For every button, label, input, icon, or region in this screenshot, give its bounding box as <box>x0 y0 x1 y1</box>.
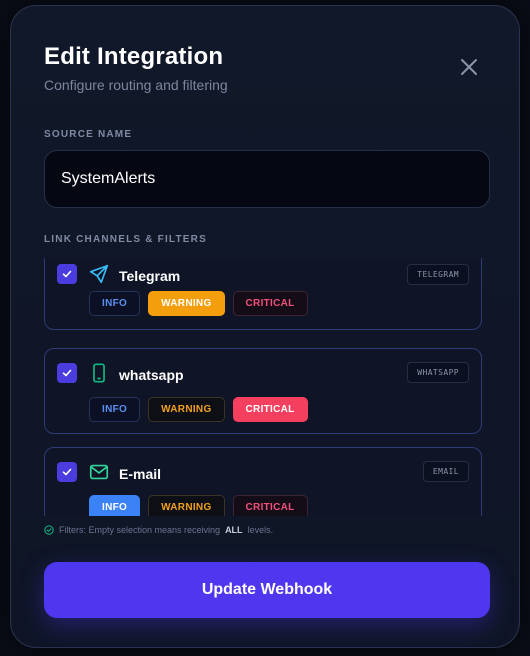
modal-title: Edit Integration <box>44 43 224 70</box>
email-level-info[interactable]: INFO <box>89 495 141 516</box>
whatsapp-name: whatsapp <box>119 367 184 383</box>
phone-icon <box>93 363 105 383</box>
telegram-level-warning[interactable]: WARNING <box>148 291 225 316</box>
edit-integration-modal: Edit Integration Configure routing and f… <box>10 5 520 648</box>
hint-emphasis: ALL <box>225 525 243 535</box>
telegram-level-info[interactable]: INFO <box>89 291 141 316</box>
email-checkbox[interactable] <box>57 462 77 482</box>
whatsapp-level-critical[interactable]: CRITICAL <box>232 397 308 422</box>
whatsapp-level-info[interactable]: INFO <box>89 397 141 422</box>
channels-list[interactable]: Telegram TELEGRAM INFO WARNING CRITICAL … <box>44 258 484 516</box>
close-icon <box>461 59 477 75</box>
email-level-critical[interactable]: CRITICAL <box>232 495 308 516</box>
source-name-input[interactable] <box>44 150 490 208</box>
check-icon <box>62 369 72 377</box>
telegram-name: Telegram <box>119 268 181 284</box>
email-level-filters: INFO WARNING CRITICAL <box>89 495 308 516</box>
whatsapp-level-filters: INFO WARNING CRITICAL <box>89 397 308 422</box>
whatsapp-checkbox[interactable] <box>57 363 77 383</box>
send-icon <box>89 264 109 284</box>
hint-suffix: levels. <box>247 525 274 535</box>
telegram-tag: TELEGRAM <box>407 264 469 285</box>
hint-prefix: Filters: Empty selection means receiving <box>59 525 221 535</box>
filters-hint: Filters: Empty selection means receiving… <box>44 525 273 535</box>
telegram-checkbox[interactable] <box>57 264 77 284</box>
telegram-level-critical[interactable]: CRITICAL <box>232 291 308 316</box>
update-webhook-button[interactable]: Update Webhook <box>44 562 490 618</box>
check-icon <box>62 270 72 278</box>
email-name: E-mail <box>119 466 162 482</box>
close-button[interactable] <box>455 53 483 81</box>
channel-card-whatsapp: whatsapp WHATSAPP INFO WARNING CRITICAL <box>44 348 482 434</box>
modal-subtitle: Configure routing and filtering <box>44 77 228 93</box>
check-icon <box>62 468 72 476</box>
whatsapp-tag: WHATSAPP <box>407 362 469 383</box>
source-name-label: SOURCE NAME <box>44 129 133 140</box>
email-tag: EMAIL <box>422 461 469 482</box>
channel-card-telegram: Telegram TELEGRAM INFO WARNING CRITICAL <box>44 258 482 330</box>
email-level-warning[interactable]: WARNING <box>148 495 225 516</box>
channels-section-label: LINK CHANNELS & FILTERS <box>44 234 207 245</box>
channel-card-email: E-mail EMAIL INFO WARNING CRITICAL <box>44 447 482 516</box>
whatsapp-level-warning[interactable]: WARNING <box>148 397 225 422</box>
telegram-level-filters: INFO WARNING CRITICAL <box>89 291 308 316</box>
mail-icon <box>89 464 109 480</box>
check-circle-icon <box>44 525 54 535</box>
